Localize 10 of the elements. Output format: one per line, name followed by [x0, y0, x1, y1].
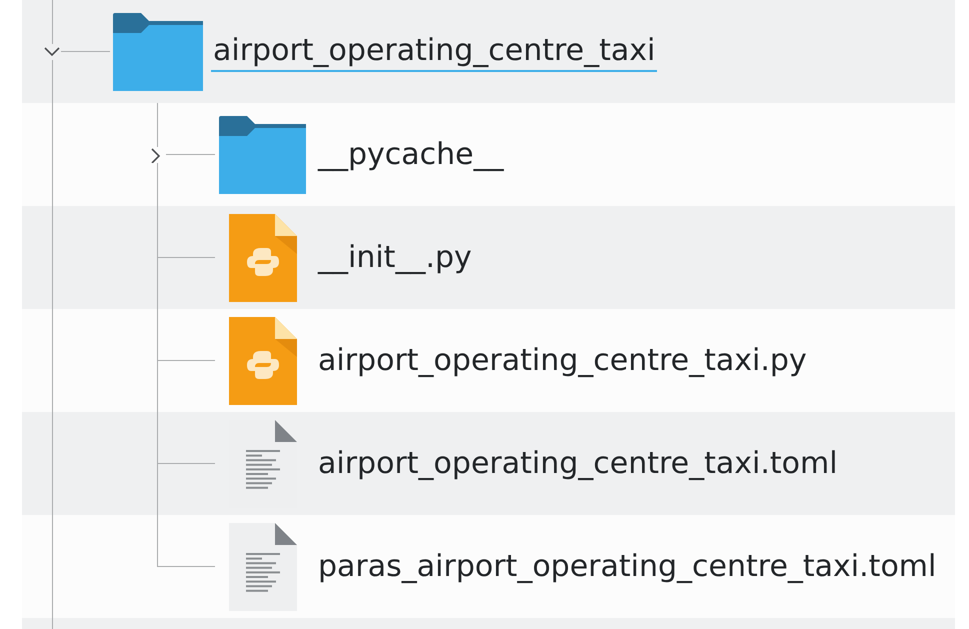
file-name[interactable]: paras_airport_operating_centre_taxi.toml — [318, 547, 936, 586]
python-file-icon — [228, 316, 296, 404]
python-file-icon — [228, 214, 296, 302]
folder-name[interactable]: __pycache__ — [318, 135, 504, 174]
file-name[interactable]: __init__.py — [318, 238, 472, 277]
folder-icon — [112, 12, 202, 90]
text-file-icon — [228, 522, 296, 610]
folder-name[interactable]: airport_operating_centre_taxi — [211, 31, 658, 72]
file-name[interactable]: airport_operating_centre_taxi.py — [318, 341, 807, 380]
folder-icon — [219, 116, 306, 194]
